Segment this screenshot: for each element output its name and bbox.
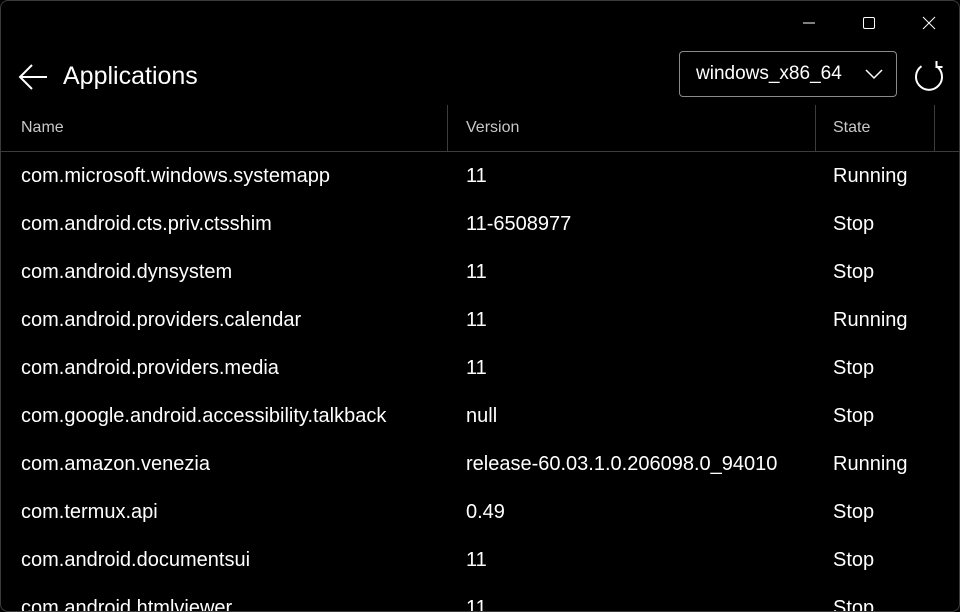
app-state-cell: Stop bbox=[833, 549, 875, 571]
table-row[interactable]: com.android.dynsystem 11 Stop bbox=[1, 248, 959, 296]
maximize-icon bbox=[863, 17, 875, 29]
table-header: Name Version State bbox=[1, 105, 959, 152]
table-row[interactable]: com.termux.api 0.49 Stop bbox=[1, 488, 959, 536]
refresh-icon bbox=[915, 61, 943, 91]
app-version-cell: 11 bbox=[466, 357, 487, 379]
minimize-button[interactable] bbox=[779, 1, 839, 45]
maximize-button[interactable] bbox=[839, 1, 899, 45]
app-name-cell: com.android.cts.priv.ctsshim bbox=[21, 213, 272, 235]
column-header-state[interactable]: State bbox=[815, 105, 935, 151]
back-button[interactable] bbox=[13, 57, 53, 97]
column-header-name[interactable]: Name bbox=[1, 105, 447, 151]
app-version-cell: 0.49 bbox=[466, 501, 505, 523]
app-version-cell: null bbox=[466, 405, 498, 427]
app-name-cell: com.microsoft.windows.systemapp bbox=[21, 165, 330, 187]
refresh-button[interactable] bbox=[909, 57, 949, 97]
close-button[interactable] bbox=[899, 1, 959, 45]
app-version-cell: 11 bbox=[466, 549, 487, 571]
app-name-cell: com.termux.api bbox=[21, 501, 158, 523]
architecture-dropdown-value: windows_x86_64 bbox=[696, 63, 842, 84]
app-name-cell: com.google.android.accessibility.talkbac… bbox=[21, 405, 387, 427]
app-name-cell: com.android.dynsystem bbox=[21, 261, 233, 283]
app-name-cell: com.android.documentsui bbox=[21, 549, 251, 571]
table-body: com.microsoft.windows.systemapp 11 Runni… bbox=[1, 152, 959, 612]
app-version-cell: 11 bbox=[466, 261, 487, 283]
table-row[interactable]: com.android.cts.priv.ctsshim 11-6508977 … bbox=[1, 200, 959, 248]
table-row[interactable]: com.android.htmlviewer 11 Stop bbox=[1, 584, 959, 612]
app-state-cell: Stop bbox=[833, 405, 875, 427]
app-window: Applications windows_x86_64 Name Version… bbox=[0, 0, 960, 612]
chevron-down-icon bbox=[864, 64, 884, 84]
caption-buttons bbox=[779, 1, 959, 45]
app-state-cell: Running bbox=[833, 165, 908, 187]
close-icon bbox=[922, 16, 936, 30]
architecture-dropdown[interactable]: windows_x86_64 bbox=[679, 51, 897, 97]
app-version-cell: 11 bbox=[466, 165, 487, 187]
app-state-cell: Stop bbox=[833, 597, 875, 612]
table-row[interactable]: com.amazon.venezia release-60.03.1.0.206… bbox=[1, 440, 959, 488]
app-name-cell: com.android.htmlviewer bbox=[21, 597, 233, 612]
app-state-cell: Stop bbox=[833, 357, 875, 379]
app-state-cell: Stop bbox=[833, 261, 875, 283]
column-divider[interactable] bbox=[934, 105, 935, 151]
app-version-cell: 11 bbox=[466, 597, 487, 612]
table-row[interactable]: com.android.providers.calendar 11 Runnin… bbox=[1, 296, 959, 344]
app-state-cell: Running bbox=[833, 309, 908, 331]
app-version-cell: 11 bbox=[466, 309, 487, 331]
app-version-cell: release-60.03.1.0.206098.0_94010 bbox=[466, 453, 778, 475]
app-state-cell: Stop bbox=[833, 213, 875, 235]
page-title: Applications bbox=[63, 62, 198, 90]
page-header: Applications windows_x86_64 bbox=[1, 49, 959, 103]
applications-table: Name Version State com.microsoft.windows… bbox=[1, 105, 959, 611]
app-name-cell: com.amazon.venezia bbox=[21, 453, 210, 475]
table-row[interactable]: com.android.providers.media 11 Stop bbox=[1, 344, 959, 392]
table-row[interactable]: com.android.documentsui 11 Stop bbox=[1, 536, 959, 584]
app-name-cell: com.android.providers.calendar bbox=[21, 309, 302, 331]
table-row[interactable]: com.google.android.accessibility.talkbac… bbox=[1, 392, 959, 440]
table-row[interactable]: com.microsoft.windows.systemapp 11 Runni… bbox=[1, 152, 959, 200]
app-name-cell: com.android.providers.media bbox=[21, 357, 279, 379]
arrow-left-icon bbox=[18, 64, 47, 90]
column-header-version[interactable]: Version bbox=[447, 105, 815, 151]
app-state-cell: Running bbox=[833, 453, 908, 475]
app-state-cell: Stop bbox=[833, 501, 875, 523]
app-version-cell: 11-6508977 bbox=[466, 213, 572, 235]
minimize-icon bbox=[803, 22, 815, 24]
